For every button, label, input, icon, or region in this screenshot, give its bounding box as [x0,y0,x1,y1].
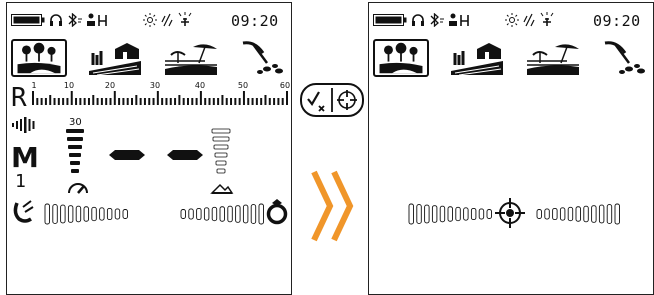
signal-bar [91,206,97,222]
scale-tick-1: 1 [31,81,37,90]
headphones-icon [50,14,62,26]
depth-gauge [66,129,84,173]
signal-bar [180,209,186,219]
signal-bar [544,208,550,220]
pinpoint-button-icon[interactable] [298,82,366,118]
scale-label: R [11,83,27,113]
signal-bar [567,206,574,222]
signal-bar [606,204,613,224]
signal-bar [439,205,446,223]
signal-bar [114,208,121,220]
signal-bar [552,207,558,221]
scale-tick-30: 30 [149,81,161,90]
ground-balance-icon [210,183,234,194]
signal-bar [188,208,194,220]
signal-bar [250,204,257,224]
flashlight-icon [540,12,554,26]
headphones-icon [412,14,424,26]
audio-response-icon [12,117,35,133]
status-bar: 09:20 [7,12,291,30]
pinpoint-bars-right [536,203,620,225]
signal-bar [447,206,453,222]
signal-bar [470,207,477,221]
backlight-icon [143,13,157,27]
signal-bar [416,204,422,224]
signal-bar [196,207,202,221]
gold-mode-icon[interactable] [233,39,289,77]
signal-bar [235,205,241,223]
signal-bar [536,209,542,219]
coil-signal-icon [13,200,34,223]
park-mode-icon[interactable] [373,39,429,77]
signal-bar [227,205,233,223]
battery-full-icon [11,14,45,26]
signal-bar [211,206,218,222]
wireless-icon [449,13,469,26]
field-mode-icon[interactable] [87,39,143,77]
signal-bar [559,207,566,221]
sensitivity-gauge-icon [68,183,88,194]
signal-bar [431,205,438,223]
signal-bar [106,207,113,221]
right-detector-screen: 09:20 [368,2,654,295]
pinpoint-bars-left [408,203,492,225]
ring-icon [266,199,288,225]
signal-strength-bars-left [44,203,128,225]
clock-time: 09:20 [593,12,641,30]
field-mode-icon[interactable] [449,39,505,77]
double-chevron-right-icon [311,170,354,242]
flashlight-icon [178,12,192,26]
signal-bar [478,208,485,220]
clock-time: 09:20 [231,12,279,30]
scale-tick-50: 50 [237,81,249,90]
signal-bar [575,206,581,222]
beach-mode-icon[interactable] [525,39,581,77]
signal-bar [83,206,89,222]
battery-full-icon [373,14,407,26]
signal-bar [258,203,264,225]
target-id-display [109,150,203,160]
signal-bar [67,205,74,223]
vibration-icon [161,13,173,27]
left-detector-screen: 09:20 R 1 10 20 30 40 50 60 M 1 30 [6,2,292,295]
bluetooth-icon [430,13,444,27]
signal-bar [408,203,414,225]
signal-bar [463,207,469,221]
frequency-digit: 1 [15,171,26,192]
signal-bar [44,203,50,225]
bluetooth-icon [68,13,82,27]
signal-bar [203,207,210,221]
signal-bar [242,204,249,224]
signal-bar [455,206,461,222]
ground-balance-gauge [211,128,231,174]
backlight-icon [505,13,519,27]
signal-bar [75,205,82,223]
wireless-icon [87,13,107,26]
signal-bar [122,209,128,219]
signal-bar [219,206,225,222]
status-bar: 09:20 [369,12,653,30]
gold-mode-icon[interactable] [595,39,651,77]
beach-mode-icon[interactable] [163,39,219,77]
signal-strength-bars-right [180,203,264,225]
park-mode-icon[interactable] [11,39,67,77]
crosshair-icon [495,198,525,228]
signal-bar [60,204,66,224]
scale-tick-60: 60 [279,81,291,90]
signal-bar [583,205,589,223]
scale-tick-10: 10 [63,81,75,90]
scale-tick-40: 40 [194,81,206,90]
vibration-icon [523,13,535,27]
signal-bar [486,209,492,219]
mode-letter: M [11,141,39,174]
scale-tick-20: 20 [104,81,116,90]
signal-bar [99,207,105,221]
signal-bar [52,204,58,224]
signal-bar [598,204,605,224]
signal-bar [591,205,597,223]
signal-bar [614,203,620,225]
discrimination-scale [32,91,288,105]
signal-bar [424,204,430,224]
